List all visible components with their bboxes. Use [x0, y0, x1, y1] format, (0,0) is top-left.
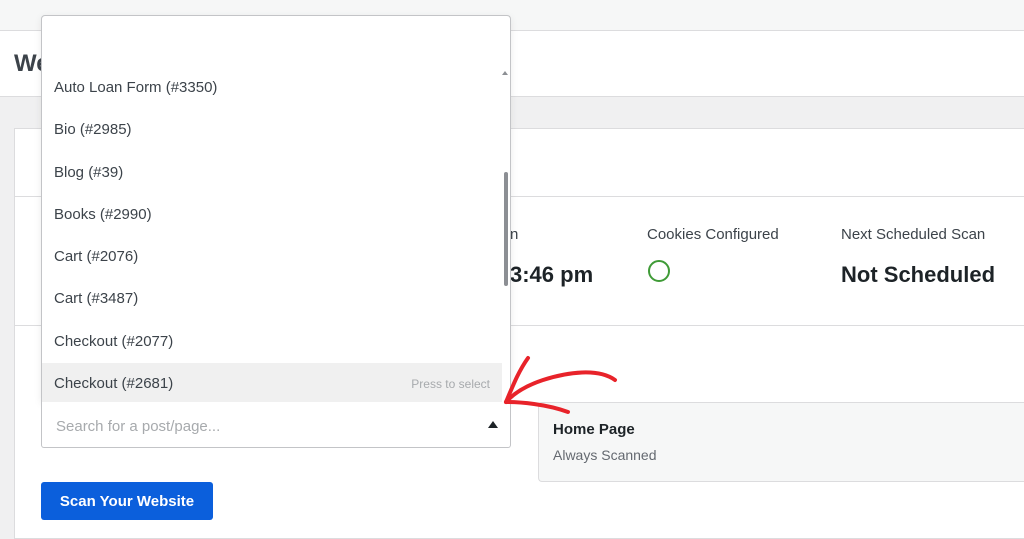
circle-icon — [648, 260, 670, 282]
dropdown-option[interactable]: Cart (#2076) — [42, 236, 502, 278]
dropdown-option-highlighted[interactable]: Checkout (#2681) Press to select — [42, 363, 502, 402]
scan-website-button[interactable]: Scan Your Website — [41, 482, 213, 520]
dropdown-option[interactable]: Checkout (#2077) — [42, 321, 502, 363]
annotation-arrow-icon — [504, 356, 617, 414]
dropdown-option[interactable]: Auto Loan Form (#3350) — [42, 67, 502, 109]
option-label: Auto Loan Form (#3350) — [54, 79, 218, 96]
dropdown-scrollbar[interactable] — [504, 172, 508, 286]
cookies-configured-label: Cookies Configured — [647, 226, 779, 243]
option-label: Checkout (#2077) — [54, 332, 174, 350]
dropdown-list: Auto Loan Form (#3350) Bio (#2985) Blog … — [42, 67, 502, 402]
option-label: Bio (#2985) — [54, 121, 132, 139]
dropdown-option[interactable]: Books (#2990) — [42, 194, 502, 236]
next-scheduled-scan-label: Next Scheduled Scan — [841, 226, 986, 243]
home-page-title: Home Page — [553, 421, 635, 438]
post-page-select[interactable] — [41, 402, 511, 448]
option-label: Checkout (#2681) — [54, 375, 174, 393]
next-scheduled-scan-value: Not Scheduled — [841, 262, 996, 287]
option-label: Books (#2990) — [54, 205, 152, 223]
search-input[interactable] — [54, 412, 478, 440]
press-to-select-hint: Press to select — [411, 377, 490, 392]
dropdown-option[interactable]: Bio (#2985) — [42, 109, 502, 151]
option-label: Blog (#39) — [54, 163, 124, 181]
caret-up-icon[interactable] — [488, 421, 498, 428]
home-page-subtitle: Always Scanned — [553, 447, 657, 463]
post-page-dropdown: Auto Loan Form (#3350) Bio (#2985) Blog … — [41, 15, 511, 402]
option-label: Cart (#3487) — [54, 290, 139, 308]
last-scan-label: n — [510, 226, 519, 243]
dropdown-option[interactable]: Cart (#3487) — [42, 278, 502, 320]
scroll-up-icon[interactable] — [502, 71, 508, 75]
last-scan-value: 3:46 pm — [510, 262, 594, 287]
option-label: Cart (#2076) — [54, 248, 139, 266]
dropdown-option[interactable]: Blog (#39) — [42, 152, 502, 194]
